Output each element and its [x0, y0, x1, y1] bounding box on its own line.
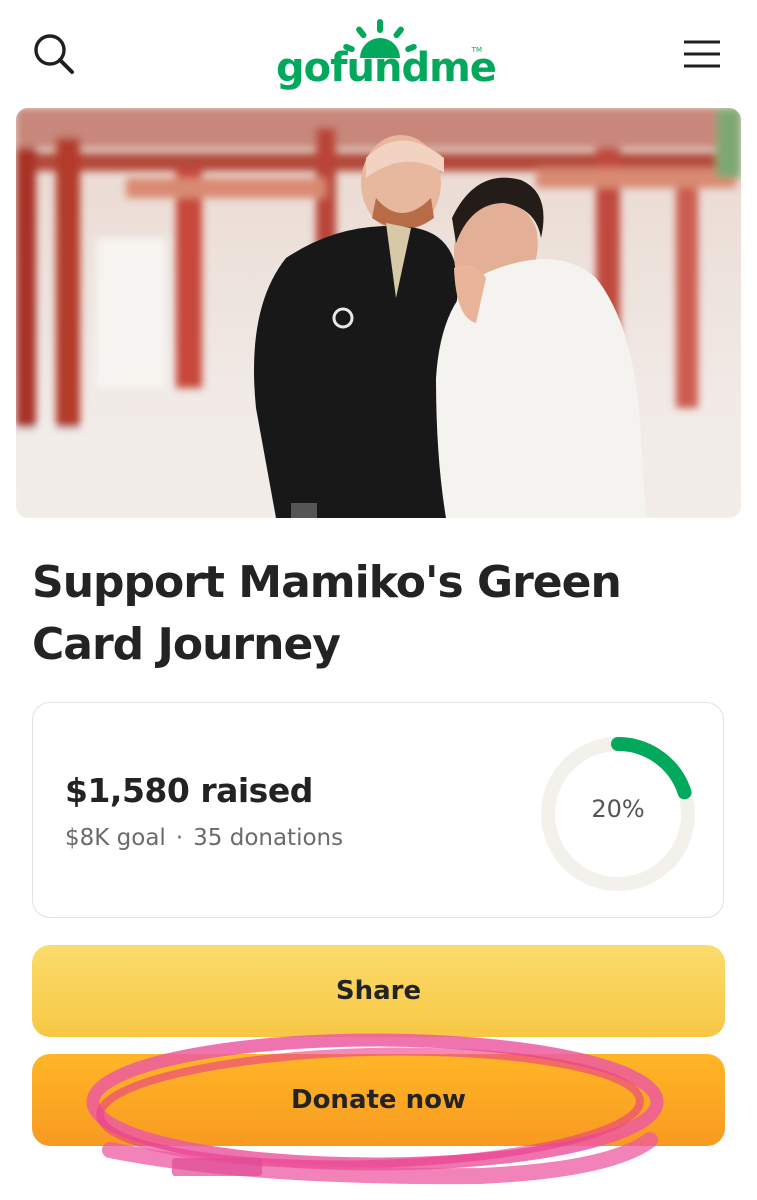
search-icon[interactable] [30, 30, 78, 78]
donate-button-label: Donate now [290, 1085, 466, 1115]
gofundme-logo[interactable]: gofundme TM [270, 16, 497, 96]
logo-wordmark: gofundme [276, 45, 497, 91]
campaign-hero-image [16, 108, 741, 518]
campaign-title: Support Mamiko's Green Card Journey [32, 557, 622, 670]
donate-now-button[interactable]: Donate now [32, 1054, 725, 1146]
hamburger-menu-icon[interactable] [680, 36, 724, 72]
progress-ring-fill [611, 737, 692, 800]
goal-amount: $8K goal [65, 825, 166, 851]
goal-and-donations: $8K goal · 35 donations [65, 825, 343, 851]
meta-separator: · [175, 825, 184, 851]
progress-percent: 20% [591, 795, 645, 823]
donation-count: 35 donations [193, 825, 344, 851]
logo-trademark: TM [471, 46, 482, 54]
share-button[interactable]: Share [32, 945, 725, 1037]
share-button-label: Share [335, 976, 422, 1006]
fundraising-progress-card: $1,580 raised $8K goal · 35 donations 20% [32, 702, 724, 918]
amount-raised: $1,580 raised [65, 771, 313, 810]
